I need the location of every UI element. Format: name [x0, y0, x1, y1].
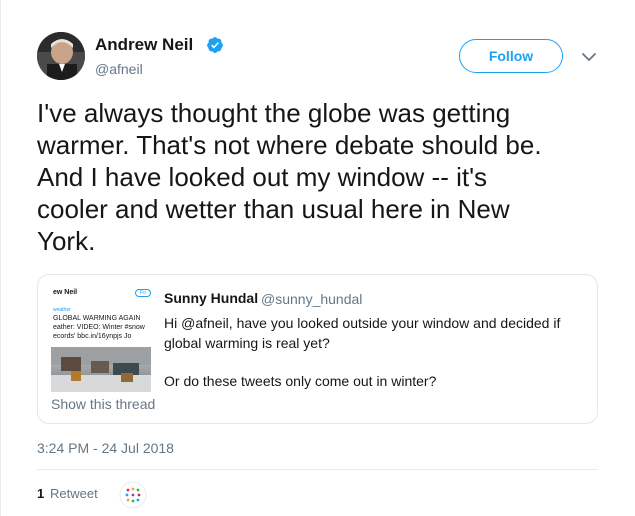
- tweet-card: Andrew Neil @afneil Follow I've always t…: [0, 0, 635, 516]
- tweet-text: I've always thought the globe was gettin…: [37, 97, 597, 257]
- quoted-tweet-text: Hi @afneil, have you looked outside your…: [164, 313, 584, 409]
- chevron-down-icon[interactable]: [581, 50, 597, 64]
- quoted-text-paragraph: Or do these tweets only come out in wint…: [164, 373, 437, 389]
- show-thread-link[interactable]: Show this thread: [51, 396, 155, 412]
- quoted-tweet-thumbnail[interactable]: ew Neil Fo weather GLOBAL WARMING AGAIN …: [51, 287, 151, 392]
- quoted-author-handle[interactable]: @sunny_hundal: [261, 291, 362, 307]
- thumb-author: ew Neil: [53, 289, 78, 296]
- tweet-text-line: York.: [37, 226, 96, 256]
- tweet-text-line: I've always thought the globe was gettin…: [37, 98, 511, 128]
- thumb-line: ecords' bbc.in/16ynpjs Jo: [53, 333, 132, 340]
- tweet-text-line: cooler and wetter than usual here in New: [37, 194, 510, 224]
- retweeter-avatar[interactable]: [119, 481, 147, 509]
- author-name[interactable]: Andrew Neil: [95, 35, 193, 55]
- quoted-author-name[interactable]: Sunny Hundal: [164, 290, 258, 306]
- divider: [37, 469, 598, 470]
- author-avatar[interactable]: [37, 32, 85, 80]
- thumb-follow-button: Fo: [135, 289, 151, 297]
- quoted-tweet[interactable]: ew Neil Fo weather GLOBAL WARMING AGAIN …: [37, 274, 598, 424]
- tweet-text-line: And I have looked out my window -- it's: [37, 162, 488, 192]
- verified-badge-icon: [207, 37, 223, 53]
- tweet-timestamp[interactable]: 3:24 PM - 24 Jul 2018: [37, 440, 174, 456]
- tweet-text-line: warmer. That's not where debate should b…: [37, 130, 542, 160]
- retweet-count[interactable]: 1: [37, 486, 44, 501]
- retweet-label[interactable]: Retweet: [50, 486, 98, 501]
- quoted-text-paragraph: Hi @afneil, have you looked outside your…: [164, 315, 561, 351]
- thumb-line: eather: VIDEO: Winter #snow: [53, 324, 145, 331]
- thumb-line: GLOBAL WARMING AGAIN: [53, 315, 141, 322]
- thumb-line: weather: [53, 307, 71, 313]
- follow-button[interactable]: Follow: [459, 39, 563, 73]
- author-handle[interactable]: @afneil: [95, 61, 143, 77]
- thumb-photo: [51, 347, 151, 392]
